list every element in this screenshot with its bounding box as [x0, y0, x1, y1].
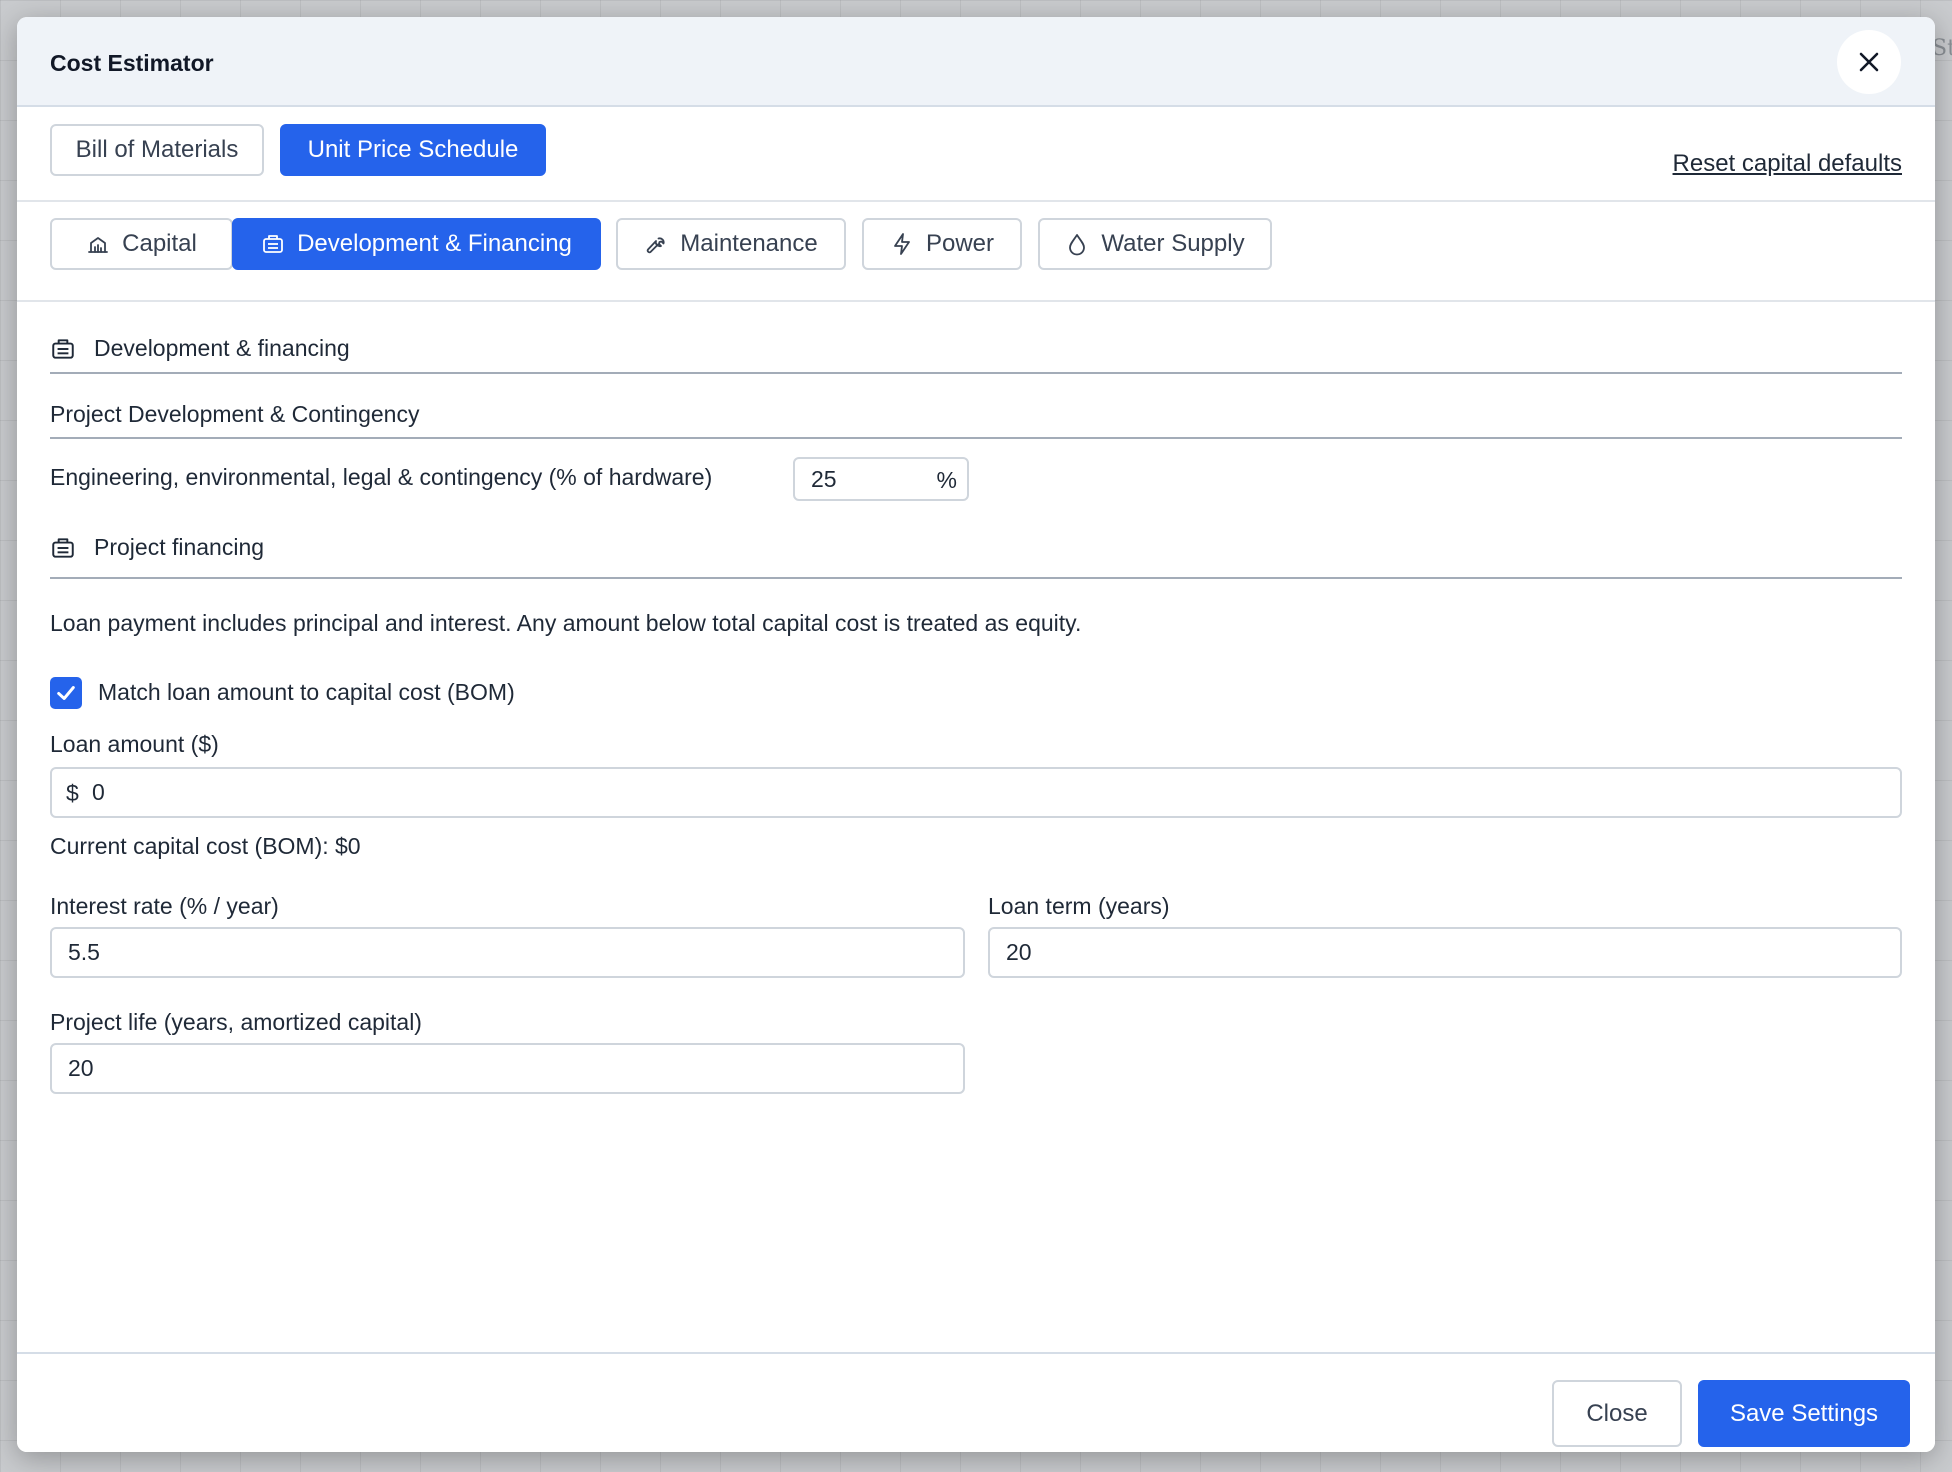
- contingency-input[interactable]: [811, 459, 921, 499]
- subsection-project-development: Project Development & Contingency: [50, 391, 1902, 439]
- tab-bill-of-materials[interactable]: Bill of Materials: [50, 124, 264, 176]
- close-icon: [1859, 52, 1879, 72]
- dollar-prefix: $: [66, 780, 79, 806]
- interest-rate-label: Interest rate (% / year): [50, 893, 279, 919]
- section-project-financing: Project financing: [50, 520, 1902, 579]
- save-settings-button[interactable]: Save Settings: [1698, 1380, 1910, 1447]
- subtab-label: Maintenance: [680, 230, 818, 257]
- loan-term-input[interactable]: [1006, 929, 1886, 976]
- subtab-maintenance[interactable]: Maintenance: [616, 218, 846, 270]
- checkmark-icon: [57, 686, 75, 700]
- briefcase-icon: [52, 339, 74, 359]
- project-life-label: Project life (years, amortized capital): [50, 1009, 422, 1035]
- background-partial-text: St: [1932, 36, 1952, 56]
- reset-capital-defaults-link[interactable]: Reset capital defaults: [1673, 150, 1902, 178]
- section-title: Project financing: [94, 534, 265, 560]
- modal-header: Cost Estimator: [17, 17, 1935, 107]
- close-modal-button[interactable]: [1837, 30, 1901, 94]
- subtab-label: Capital: [122, 230, 197, 257]
- subtab-capital[interactable]: Capital: [50, 218, 233, 270]
- close-button[interactable]: Close: [1552, 1380, 1682, 1447]
- project-life-input[interactable]: [68, 1045, 948, 1092]
- subtab-label: Water Supply: [1101, 230, 1245, 257]
- save-settings-label: Save Settings: [1729, 1399, 1879, 1427]
- loan-amount-label: Loan amount ($): [50, 731, 219, 757]
- section-development-financing: Development & financing: [50, 322, 1902, 374]
- current-capital-cost-text: Current capital cost (BOM): $0: [50, 833, 361, 859]
- tab-label: Unit Price Schedule: [307, 136, 519, 163]
- tab-unit-price-schedule[interactable]: Unit Price Schedule: [280, 124, 546, 176]
- lightning-bolt-icon: [894, 233, 910, 255]
- loan-term-field[interactable]: [988, 927, 1902, 978]
- contingency-label: Engineering, environmental, legal & cont…: [50, 464, 713, 490]
- loan-term-label: Loan term (years): [988, 893, 1170, 919]
- water-drop-icon: [1069, 234, 1086, 256]
- match-loan-checkbox[interactable]: [50, 677, 82, 709]
- modal-title: Cost Estimator: [50, 50, 214, 76]
- wrench-icon: [647, 237, 665, 254]
- loan-amount-field[interactable]: $: [50, 767, 1902, 818]
- close-button-label: Close: [1586, 1399, 1648, 1427]
- subsection-title: Project Development & Contingency: [50, 401, 420, 427]
- tab-label: Bill of Materials: [75, 136, 239, 163]
- subtab-label: Power: [925, 230, 995, 257]
- briefcase-icon: [52, 538, 74, 558]
- percent-suffix: %: [936, 467, 957, 493]
- loan-amount-input[interactable]: [92, 769, 1882, 816]
- interest-rate-field[interactable]: [50, 927, 965, 978]
- top-tab-row: Bill of Materials Unit Price Schedule Re…: [17, 107, 1935, 202]
- briefcase-icon: [263, 235, 283, 253]
- interest-rate-input[interactable]: [68, 929, 948, 976]
- contingency-percent-field[interactable]: %: [793, 457, 969, 501]
- loan-payment-note: Loan payment includes principal and inte…: [50, 610, 1082, 636]
- building-bank-icon: [88, 237, 109, 253]
- section-title: Development & financing: [94, 335, 350, 361]
- subtab-power[interactable]: Power: [862, 218, 1022, 270]
- sub-tab-row: Capital Development & Financing Maintena…: [17, 202, 1935, 302]
- subtab-development-financing[interactable]: Development & Financing: [232, 218, 601, 270]
- modal-footer: Close Save Settings: [17, 1352, 1935, 1452]
- subtab-water-supply[interactable]: Water Supply: [1038, 218, 1272, 270]
- cost-estimator-modal: Cost Estimator Bill of Materials Unit Pr…: [17, 17, 1935, 1452]
- subtab-label: Development & Financing: [297, 230, 572, 257]
- match-loan-label[interactable]: Match loan amount to capital cost (BOM): [98, 679, 515, 706]
- project-life-field[interactable]: [50, 1043, 965, 1094]
